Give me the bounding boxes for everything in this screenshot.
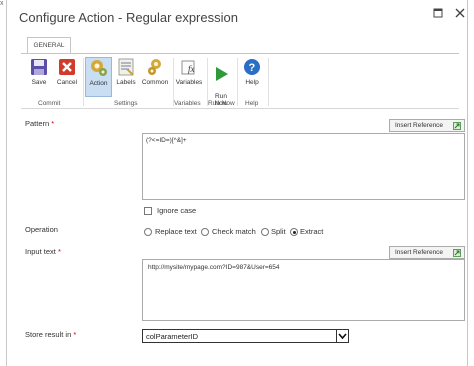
save-icon (31, 59, 47, 75)
input-text-label: Input text * (25, 247, 61, 256)
variables-icon: fx (181, 60, 195, 75)
action-icon (90, 60, 107, 76)
operation-label: Operation (25, 225, 58, 234)
ignore-case-label: Ignore case (157, 206, 197, 215)
configure-action-dialog: Configure Action - Regular expression GE… (6, 0, 468, 366)
radio-replace-text[interactable] (144, 228, 152, 236)
save-label: Save (31, 79, 47, 86)
common-icon (148, 59, 161, 75)
store-result-label: Store result in * (25, 330, 77, 339)
ribbon-separator (237, 58, 238, 106)
pattern-insert-reference-button[interactable]: Insert Reference (389, 119, 465, 132)
group-settings: Settings (114, 100, 138, 107)
cancel-label: Cancel (56, 79, 78, 86)
close-icon[interactable] (453, 8, 467, 22)
radio-split[interactable] (261, 228, 269, 236)
group-variables: Variables (174, 100, 201, 107)
radio-check-match-label: Check match (212, 227, 256, 236)
ribbon-separator (268, 58, 269, 106)
help-label: Help (245, 79, 259, 86)
svg-text:?: ? (249, 62, 256, 74)
common-label: Common (141, 79, 169, 86)
radio-split-label: Split (271, 227, 286, 236)
radio-extract-label: Extract (300, 227, 324, 236)
ribbon-separator (83, 58, 84, 106)
ribbon-toolbar: Save Cancel Action Labels Common fx Vari… (21, 53, 459, 109)
store-result-select[interactable]: colParameterID (142, 329, 349, 343)
pattern-input[interactable]: (?<=ID=)[^&]+ (142, 133, 465, 200)
input-text-insert-reference-button[interactable]: Insert Reference (389, 246, 465, 259)
tab-general[interactable]: GENERAL (27, 37, 71, 54)
common-button[interactable]: Common (141, 57, 169, 97)
radio-replace-text-label: Replace text (155, 227, 197, 236)
labels-button[interactable]: Labels (113, 57, 139, 97)
variables-button[interactable]: fx Variables (174, 57, 204, 97)
input-text-field[interactable]: http://mysite/mypage.com?ID=987&User=654 (142, 259, 465, 321)
insert-reference-icon (453, 249, 461, 257)
cancel-icon (59, 59, 75, 75)
labels-icon (118, 58, 134, 76)
help-button[interactable]: ? Help (239, 57, 265, 97)
cancel-button[interactable]: Cancel (54, 57, 80, 97)
maximize-icon[interactable] (431, 8, 445, 22)
help-icon: ? (244, 59, 260, 75)
pattern-label: Pattern * (25, 119, 55, 128)
play-icon (216, 67, 228, 81)
insert-reference-icon (453, 122, 461, 130)
group-run-now: Run Now (208, 100, 235, 107)
group-help: Help (245, 100, 259, 107)
chevron-down-icon[interactable] (336, 330, 348, 342)
svg-text:fx: fx (188, 64, 195, 74)
radio-extract[interactable] (290, 228, 298, 236)
variables-label: Variables (175, 79, 203, 86)
save-button[interactable]: Save (26, 57, 52, 97)
radio-check-match[interactable] (201, 228, 209, 236)
store-result-value: colParameterID (146, 332, 199, 341)
action-button[interactable]: Action (85, 57, 112, 97)
ignore-case-checkbox[interactable] (144, 207, 152, 215)
run-now-button[interactable]: Run Now (208, 57, 234, 107)
dialog-title: Configure Action - Regular expression (19, 10, 238, 25)
labels-label: Labels (116, 79, 136, 86)
group-commit: Commit (38, 100, 61, 107)
action-label: Action (89, 80, 108, 87)
